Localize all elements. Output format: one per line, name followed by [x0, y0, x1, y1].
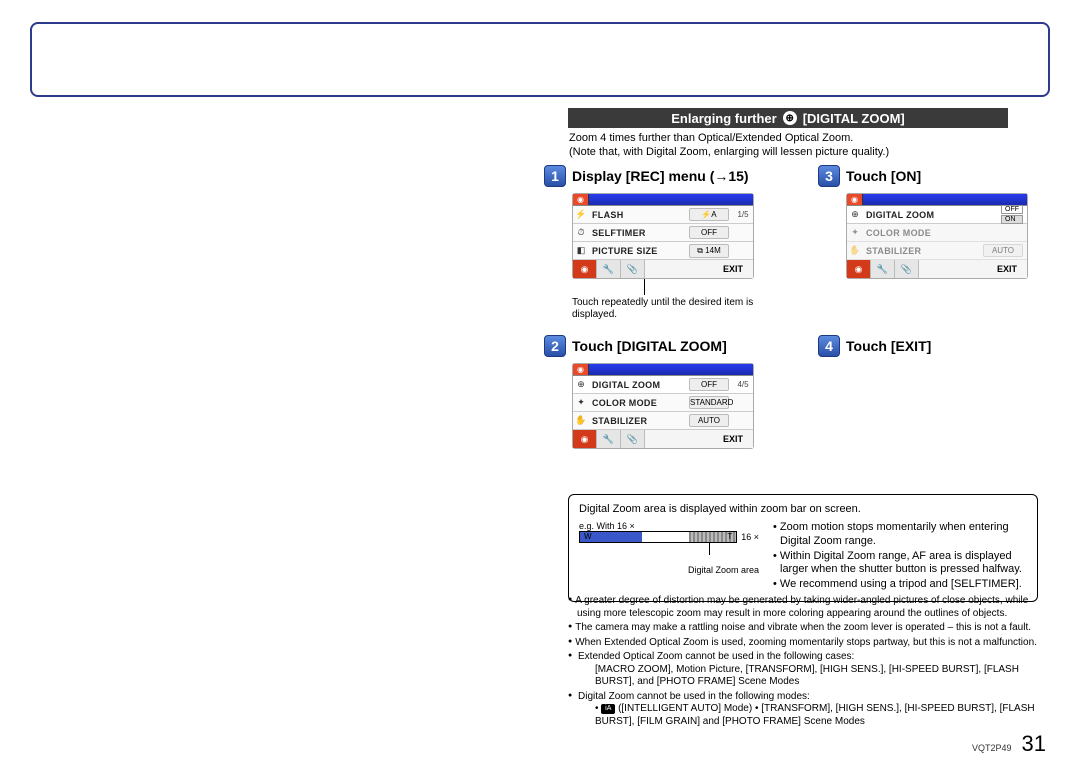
- selftimer-icon: ⏱: [573, 227, 589, 238]
- step-title: Touch [DIGITAL ZOOM]: [572, 338, 727, 354]
- note-item: Extended Optical Zoom cannot be used in …: [568, 651, 1052, 689]
- menu-item-value: OFF: [689, 226, 729, 239]
- menu-item-value: STANDARD: [689, 396, 729, 409]
- info-bullet: • We recommend using a tripod and [SELFT…: [773, 578, 1027, 592]
- exit-button: EXIT: [713, 260, 753, 278]
- note-text: Digital Zoom cannot be used in the follo…: [578, 691, 810, 702]
- info-box-heading: Digital Zoom area is displayed within zo…: [579, 503, 1027, 515]
- zoom-bar: W T: [579, 531, 737, 543]
- step-number-badge: 4: [818, 335, 840, 357]
- camera-icon: ◉: [573, 194, 589, 205]
- digital-zoom-icon: ⊕: [573, 379, 589, 390]
- menu-item-label: COLOR MODE: [589, 398, 689, 408]
- menu-item-label: STABILIZER: [589, 416, 689, 426]
- page-number: 31: [1022, 731, 1046, 757]
- zoom-example-label: e.g. With 16 ×: [579, 521, 759, 531]
- steps-grid: 1 Display [REC] menu (→15) ◉ ⚡FLASH⚡A 1/5…: [544, 165, 1054, 455]
- step-number-badge: 3: [818, 165, 840, 187]
- rec-menu-screenshot-1: ◉ ⚡FLASH⚡A 1/5 ⏱SELFTIMEROFF ◧PICTURE SIZ…: [572, 193, 754, 279]
- document-id: VQT2P49: [972, 743, 1012, 753]
- clip-tab-icon: 📎: [895, 260, 919, 278]
- exit-button: EXIT: [713, 430, 753, 448]
- menu-item-label: PICTURE SIZE: [589, 246, 689, 256]
- stabilizer-icon: ✋: [847, 245, 863, 256]
- rec-tab-icon: ◉: [573, 260, 597, 278]
- step-title: Display [REC] menu (→15): [572, 168, 749, 184]
- menu-item-value: ⧉ 14M: [689, 244, 729, 258]
- leader-line: [644, 279, 645, 295]
- step-title: Touch [ON]: [846, 168, 921, 184]
- menu-page-indicator: 4/5: [733, 380, 753, 389]
- setup-tab-icon: 🔧: [871, 260, 895, 278]
- intro-line: (Note that, with Digital Zoom, enlarging…: [569, 146, 1029, 160]
- step-3-head: 3 Touch [ON]: [818, 165, 1044, 187]
- color-mode-icon: ✦: [847, 227, 863, 238]
- section-title-bar: Enlarging further ⊕ [DIGITAL ZOOM]: [568, 108, 1008, 128]
- step-number-badge: 2: [544, 335, 566, 357]
- info-bullet: • Zoom motion stops momentarily when ent…: [773, 521, 1027, 549]
- note-sub: • iA ([INTELLIGENT AUTO] Mode) • [TRANSF…: [577, 703, 1052, 728]
- ia-mode-icon: iA: [601, 704, 615, 714]
- menu-page-indicator: 1/5: [733, 210, 753, 219]
- menu-item-label: STABILIZER: [863, 246, 983, 256]
- section-title-prefix: Enlarging further: [671, 111, 776, 126]
- note-sub: [MACRO ZOOM], Motion Picture, [TRANSFORM…: [577, 664, 1052, 689]
- note-item: The camera may make a rattling noise and…: [568, 622, 1052, 635]
- page-footer: VQT2P49 31: [972, 731, 1046, 757]
- zoom-multiplier: 16 ×: [741, 532, 759, 542]
- menu-item-label: COLOR MODE: [863, 228, 1027, 238]
- intro-line: Zoom 4 times further than Optical/Extend…: [569, 132, 1029, 146]
- intro-text: Zoom 4 times further than Optical/Extend…: [569, 132, 1029, 160]
- magnify-icon: ⊕: [783, 111, 797, 125]
- flash-icon: ⚡: [573, 209, 589, 220]
- clip-tab-icon: 📎: [621, 430, 645, 448]
- exit-button: EXIT: [987, 260, 1027, 278]
- step-number-badge: 1: [544, 165, 566, 187]
- digital-zoom-info-box: Digital Zoom area is displayed within zo…: [568, 494, 1038, 602]
- menu-item-value: AUTO: [689, 414, 729, 427]
- leader-line: [709, 543, 710, 555]
- setup-tab-icon: 🔧: [597, 430, 621, 448]
- info-bullets: • Zoom motion stops momentarily when ent…: [773, 521, 1027, 593]
- info-bullet: • Within Digital Zoom range, AF area is …: [773, 550, 1027, 578]
- camera-icon: ◉: [573, 364, 589, 375]
- note-item: A greater degree of distortion may be ge…: [568, 595, 1052, 620]
- screenshot-caption: Touch repeatedly until the desired item …: [572, 297, 762, 321]
- menu-item-value: OFF: [689, 378, 729, 391]
- off-option: OFF: [1001, 205, 1023, 214]
- step-1-head: 1 Display [REC] menu (→15): [544, 165, 808, 187]
- setup-tab-icon: 🔧: [597, 260, 621, 278]
- picture-size-icon: ◧: [573, 245, 589, 256]
- digital-zoom-area-label: Digital Zoom area: [579, 565, 759, 575]
- menu-item-value: AUTO: [983, 244, 1023, 257]
- note-sub-text: ([INTELLIGENT AUTO] Mode) • [TRANSFORM],…: [595, 703, 1035, 727]
- camera-icon: ◉: [847, 194, 863, 205]
- zoom-wide-label: W: [582, 532, 594, 541]
- menu-item-value: ⚡A: [689, 208, 729, 221]
- step-4-head: 4 Touch [EXIT]: [818, 335, 1044, 357]
- digital-zoom-icon: ⊕: [847, 209, 863, 220]
- zoom-bar-demo: e.g. With 16 × W T 16 × Digital Zoom are…: [579, 521, 759, 593]
- rec-tab-icon: ◉: [573, 430, 597, 448]
- zoom-tele-label: T: [725, 532, 734, 541]
- chapter-outline-box: [30, 22, 1050, 97]
- stabilizer-icon: ✋: [573, 415, 589, 426]
- step-2-head: 2 Touch [DIGITAL ZOOM]: [544, 335, 808, 357]
- notes-list: A greater degree of distortion may be ge…: [568, 595, 1052, 730]
- on-option: ON: [1001, 215, 1023, 224]
- color-mode-icon: ✦: [573, 397, 589, 408]
- section-title-suffix: [DIGITAL ZOOM]: [803, 111, 905, 126]
- menu-item-label: DIGITAL ZOOM: [589, 380, 689, 390]
- note-item: When Extended Optical Zoom is used, zoom…: [568, 637, 1052, 650]
- menu-item-label: FLASH: [589, 210, 689, 220]
- note-item: Digital Zoom cannot be used in the follo…: [568, 691, 1052, 729]
- clip-tab-icon: 📎: [621, 260, 645, 278]
- menu-item-label: DIGITAL ZOOM: [863, 210, 1001, 220]
- rec-tab-icon: ◉: [847, 260, 871, 278]
- rec-menu-screenshot-3: ◉ ⊕DIGITAL ZOOMOFFON ✦COLOR MODE ✋STABIL…: [846, 193, 1028, 279]
- menu-item-label: SELFTIMER: [589, 228, 689, 238]
- note-text: Extended Optical Zoom cannot be used in …: [578, 651, 854, 662]
- rec-menu-screenshot-2: ◉ ⊕DIGITAL ZOOMOFF 4/5 ✦COLOR MODESTANDAR…: [572, 363, 754, 449]
- step-title: Touch [EXIT]: [846, 338, 931, 354]
